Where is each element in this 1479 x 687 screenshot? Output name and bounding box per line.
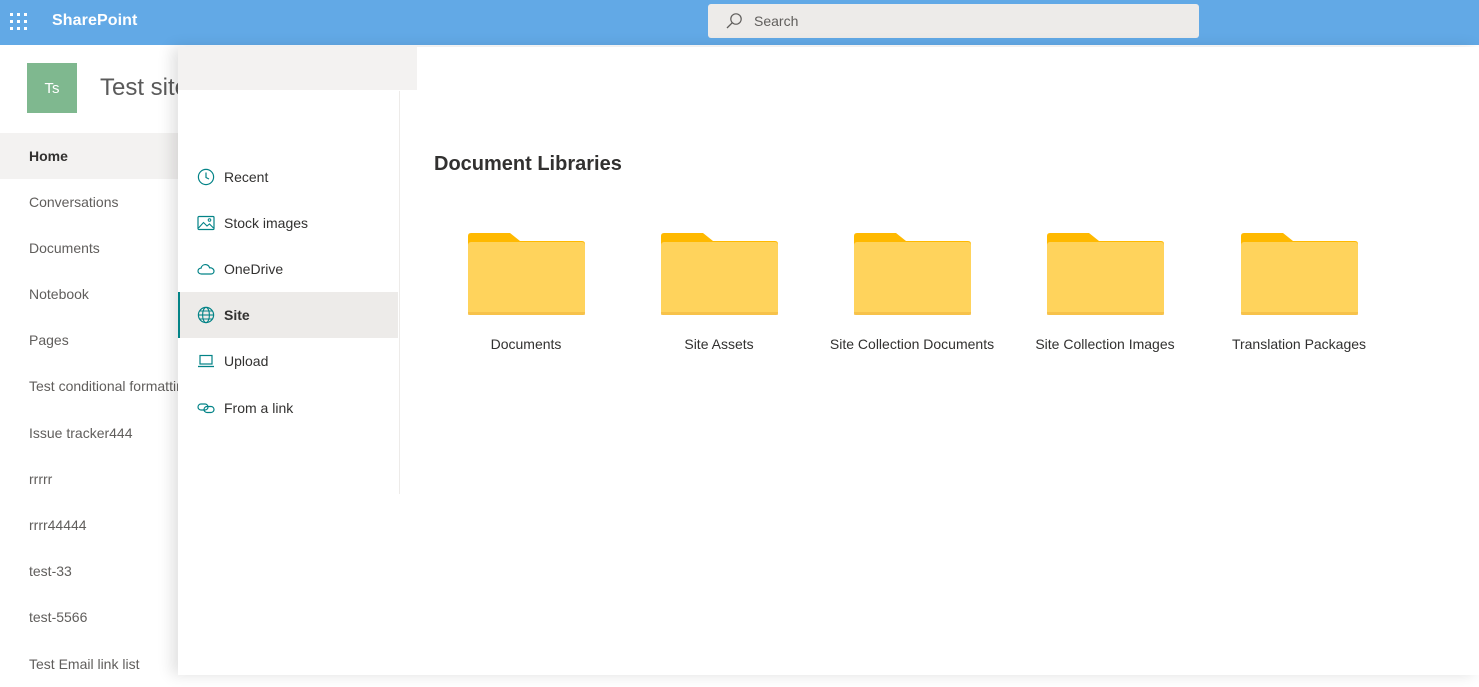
site-navigation: Home Conversations Documents Notebook Pa… — [0, 130, 178, 675]
picker-nav-label: Stock images — [224, 215, 309, 231]
site-nav-test-conditional-formatting[interactable]: Test conditional formatting — [0, 363, 178, 409]
app-name[interactable]: SharePoint — [52, 12, 137, 30]
site-nav-label: Issue tracker444 — [29, 425, 133, 441]
section-title: Document Libraries — [434, 153, 622, 175]
link-icon — [197, 403, 215, 414]
search-box[interactable] — [708, 4, 1199, 38]
picker-nav-recent[interactable]: Recent — [178, 154, 398, 200]
site-nav-pages[interactable]: Pages — [0, 317, 178, 363]
folder-icon — [1047, 233, 1164, 315]
site-nav-label: Pages — [29, 332, 69, 348]
panel-header-strip — [178, 47, 417, 90]
folder-icon — [854, 233, 971, 315]
site-nav-rrrrr[interactable]: rrrrr — [0, 456, 178, 502]
folder-icon — [661, 233, 778, 315]
folder-label: Site Assets — [684, 336, 754, 352]
folder-label: Translation Packages — [1231, 336, 1367, 352]
library-folder[interactable]: Site Collection Documents — [817, 232, 1007, 362]
site-nav-label: Conversations — [29, 194, 119, 210]
folder-label: Documents — [490, 336, 562, 352]
site-title[interactable]: Test site — [100, 74, 178, 102]
site-nav-label: Test Email link list — [29, 656, 140, 672]
picker-nav-stock-images[interactable]: Stock images — [178, 200, 398, 246]
site-nav-test-email-link-list[interactable]: Test Email link list — [0, 641, 178, 687]
search-input[interactable] — [752, 4, 1192, 38]
picker-nav-label: Recent — [224, 169, 269, 185]
picker-nav-label: Upload — [224, 353, 269, 369]
library-folder[interactable]: Documents — [431, 232, 621, 362]
picker-nav-label: From a link — [224, 400, 294, 416]
site-nav-label: Home — [29, 148, 68, 164]
site-nav-test-33[interactable]: test-33 — [0, 548, 178, 594]
laptop-icon — [198, 354, 214, 368]
picker-nav-onedrive[interactable]: OneDrive — [178, 246, 398, 292]
suite-bar: SharePoint — [0, 0, 1479, 45]
site-nav-label: test-33 — [29, 563, 72, 579]
active-indicator — [178, 292, 180, 338]
site-nav-test-5566[interactable]: test-5566 — [0, 594, 178, 640]
folder-label: Site Collection Documents — [829, 336, 995, 352]
cloud-icon — [197, 263, 215, 275]
site-nav-label: Documents — [29, 240, 100, 256]
panel-divider — [399, 91, 400, 494]
site-nav-notebook[interactable]: Notebook — [0, 271, 178, 317]
site-logo-initials: Ts — [44, 79, 60, 97]
folder-icon — [468, 233, 585, 315]
picker-nav-label: Site — [224, 307, 250, 323]
site-nav-label: Notebook — [29, 286, 89, 302]
site-nav-label: test-5566 — [29, 609, 88, 625]
site-nav-conversations[interactable]: Conversations — [0, 179, 178, 225]
site-nav-documents[interactable]: Documents — [0, 225, 178, 271]
globe-icon — [197, 306, 215, 324]
image-icon — [197, 215, 215, 231]
site-nav-issue-tracker[interactable]: Issue tracker444 — [0, 410, 178, 456]
site-nav-label: rrrrr — [29, 471, 53, 487]
library-folder[interactable]: Translation Packages — [1204, 232, 1394, 362]
app-launcher-icon[interactable] — [10, 13, 27, 30]
library-folder[interactable]: Site Collection Images — [1010, 232, 1200, 362]
picker-nav-site[interactable]: Site — [178, 292, 398, 338]
clock-icon — [197, 168, 215, 186]
site-nav-rrrr44444[interactable]: rrrr44444 — [0, 502, 178, 548]
picker-nav-label: OneDrive — [224, 261, 284, 277]
picker-nav-from-a-link[interactable]: From a link — [178, 385, 398, 431]
site-nav-label: rrrr44444 — [29, 517, 87, 533]
picker-nav-upload[interactable]: Upload — [178, 338, 398, 384]
file-picker-panel: Recent Stock images OneDrive Site Upload… — [178, 47, 1479, 675]
search-icon — [726, 13, 742, 29]
folder-label: Site Collection Images — [1035, 336, 1175, 352]
site-nav-home[interactable]: Home — [0, 133, 178, 179]
folder-icon — [1241, 233, 1358, 315]
site-nav-label: Test conditional formatting — [29, 378, 178, 394]
site-logo[interactable]: Ts — [27, 63, 77, 113]
library-folder[interactable]: Site Assets — [624, 232, 814, 362]
